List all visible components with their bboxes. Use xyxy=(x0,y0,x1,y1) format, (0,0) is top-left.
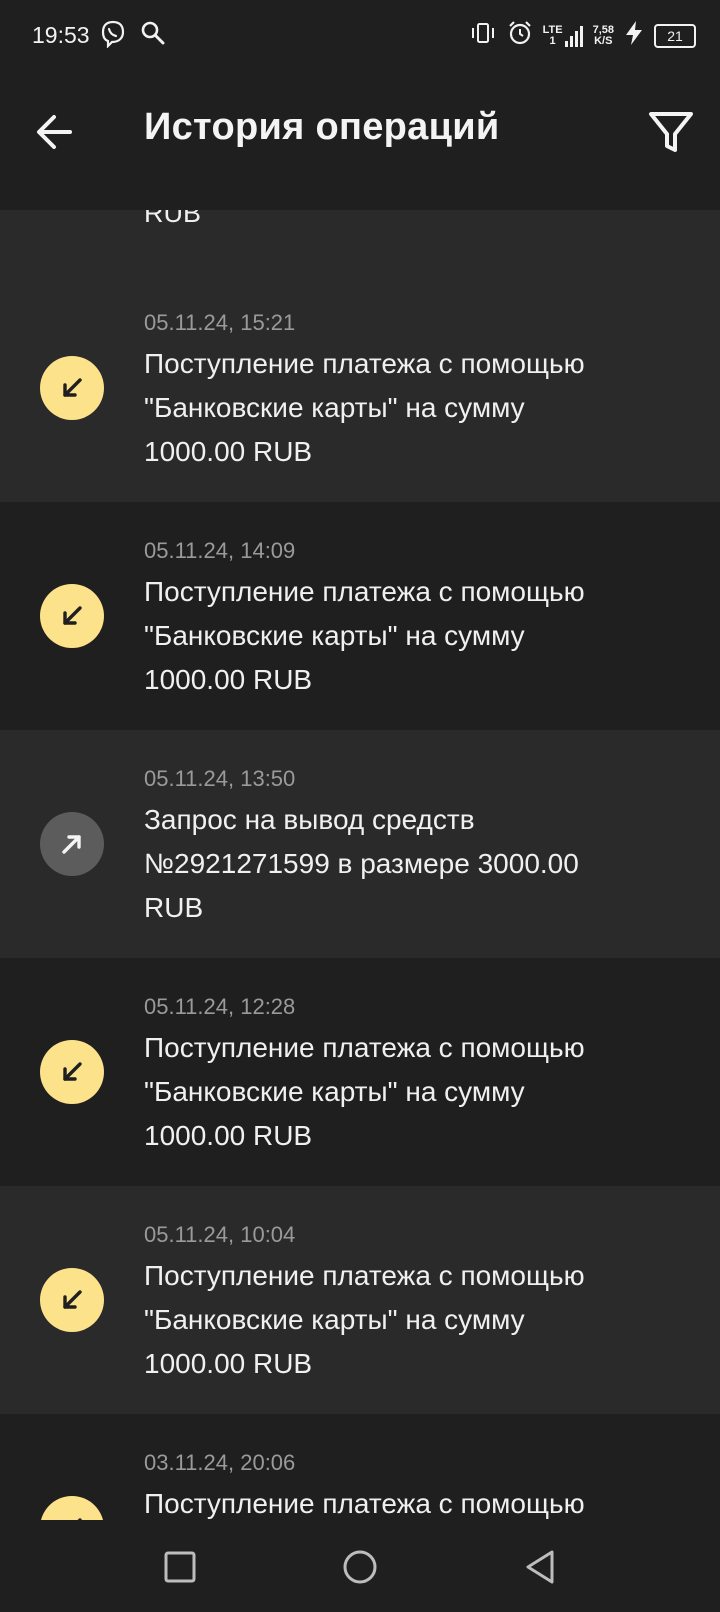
arrow-left-icon xyxy=(37,115,72,149)
description-line: Поступление платежа с помощью xyxy=(144,576,585,607)
vibrate-icon xyxy=(469,21,497,50)
transaction-description: Поступление платежа с помощью "Банковски… xyxy=(144,570,644,702)
back-button[interactable] xyxy=(28,104,84,160)
speed-value: 7,58 xyxy=(592,23,614,36)
charging-icon xyxy=(624,20,644,51)
transaction-description: Поступление платежа с помощью "Банковски… xyxy=(144,1026,644,1158)
circle-icon xyxy=(343,1550,377,1584)
system-nav-bar xyxy=(0,1520,720,1612)
description-line: 1000.00 RUB xyxy=(144,1120,313,1151)
status-bar: 19:53 LTE 1 7,58 K/S 21 xyxy=(0,0,720,72)
transaction-date: 05.11.24, 15:21 xyxy=(144,310,296,335)
transaction-row[interactable]: 05.11.24, 12:28 Поступление платежа с по… xyxy=(0,958,720,1186)
arrow-up-right-icon xyxy=(62,835,81,854)
transaction-date: 03.11.24, 20:06 xyxy=(144,1450,296,1475)
filter-icon xyxy=(649,112,693,152)
incoming-payment-icon xyxy=(40,1040,104,1104)
app-bar: История операций xyxy=(0,72,720,210)
transaction-row[interactable]: 05.11.24, 10:04 Поступление платежа с по… xyxy=(0,1186,720,1414)
network-sim: 1 xyxy=(549,34,556,47)
transaction-list[interactable]: RUB 05.11.24, 15:21 Поступление платежа … xyxy=(0,210,720,1520)
withdrawal-icon xyxy=(40,812,104,876)
incoming-payment-icon xyxy=(40,1268,104,1332)
filter-button[interactable] xyxy=(646,106,696,158)
arrow-down-left-icon xyxy=(63,378,82,397)
status-right-icons: LTE 1 7,58 K/S 21 xyxy=(469,20,696,51)
transaction-description: Запрос на вывод средств №2921271599 в ра… xyxy=(144,798,644,930)
incoming-payment-icon xyxy=(40,356,104,420)
signal-icon xyxy=(564,25,583,47)
description-line: Поступление платежа с помощью xyxy=(144,1260,585,1291)
transaction-date: 05.11.24, 10:04 xyxy=(144,1222,296,1247)
transaction-row[interactable]: 05.11.24, 14:09 Поступление платежа с по… xyxy=(0,502,720,730)
description-line: RUB xyxy=(144,892,204,923)
speed-unit: K/S xyxy=(594,34,613,47)
back-nav-button[interactable] xyxy=(515,1542,565,1592)
status-time: 19:53 xyxy=(32,22,90,48)
description-line: 1000.00 RUB xyxy=(144,1348,313,1379)
incoming-payment-icon xyxy=(40,584,104,648)
transaction-row[interactable]: 05.11.24, 15:21 Поступление платежа с по… xyxy=(0,274,720,502)
transaction-date: 05.11.24, 14:09 xyxy=(144,538,296,563)
search-icon xyxy=(140,20,166,53)
description-line: №2921271599 в размере 3000.00 xyxy=(144,848,579,879)
network-indicator: LTE 1 xyxy=(542,23,583,47)
description-line: "Банковские карты" на сумму xyxy=(144,620,525,651)
viber-icon xyxy=(100,20,126,53)
transaction-description: Поступление платежа с помощью xyxy=(144,1482,644,1520)
description-line: 1000.00 RUB xyxy=(144,664,313,695)
transaction-row[interactable]: 05.11.24, 13:50 Запрос на вывод средств … xyxy=(0,730,720,958)
network-speed: 7,58 K/S xyxy=(592,23,614,47)
home-button[interactable] xyxy=(335,1542,385,1592)
list-item-partial[interactable]: RUB xyxy=(0,210,720,274)
page-title: История операций xyxy=(144,106,500,148)
transaction-date: 05.11.24, 12:28 xyxy=(144,994,296,1019)
incoming-payment-icon xyxy=(40,1496,104,1520)
transaction-row[interactable]: 03.11.24, 20:06 Поступление платежа с по… xyxy=(0,1414,720,1520)
transaction-date: 05.11.24, 13:50 xyxy=(144,766,296,791)
arrow-down-left-icon xyxy=(63,606,82,625)
battery-indicator: 21 xyxy=(654,23,696,48)
triangle-back-icon xyxy=(526,1550,554,1584)
arrow-down-left-icon xyxy=(63,1062,82,1081)
square-icon xyxy=(164,1551,196,1583)
description-line: "Банковские карты" на сумму xyxy=(144,1076,525,1107)
description-line: "Банковские карты" на сумму xyxy=(144,392,525,423)
partial-item-text: RUB xyxy=(144,210,202,228)
alarm-icon xyxy=(507,20,533,51)
description-line: 1000.00 RUB xyxy=(144,436,313,467)
recents-button[interactable] xyxy=(155,1542,205,1592)
description-line: "Банковские карты" на сумму xyxy=(144,1304,525,1335)
description-line: Поступление платежа с помощью xyxy=(144,1488,585,1519)
description-line: Поступление платежа с помощью xyxy=(144,1032,585,1063)
status-left-icons xyxy=(100,20,166,53)
transaction-description: Поступление платежа с помощью "Банковски… xyxy=(144,1254,644,1386)
description-line: Запрос на вывод средств xyxy=(144,804,475,835)
arrow-down-left-icon xyxy=(77,1518,82,1520)
arrow-down-left-icon xyxy=(63,1290,82,1309)
description-line: Поступление платежа с помощью xyxy=(144,348,585,379)
network-type: LTE xyxy=(542,23,563,36)
transaction-description: Поступление платежа с помощью "Банковски… xyxy=(144,342,644,474)
